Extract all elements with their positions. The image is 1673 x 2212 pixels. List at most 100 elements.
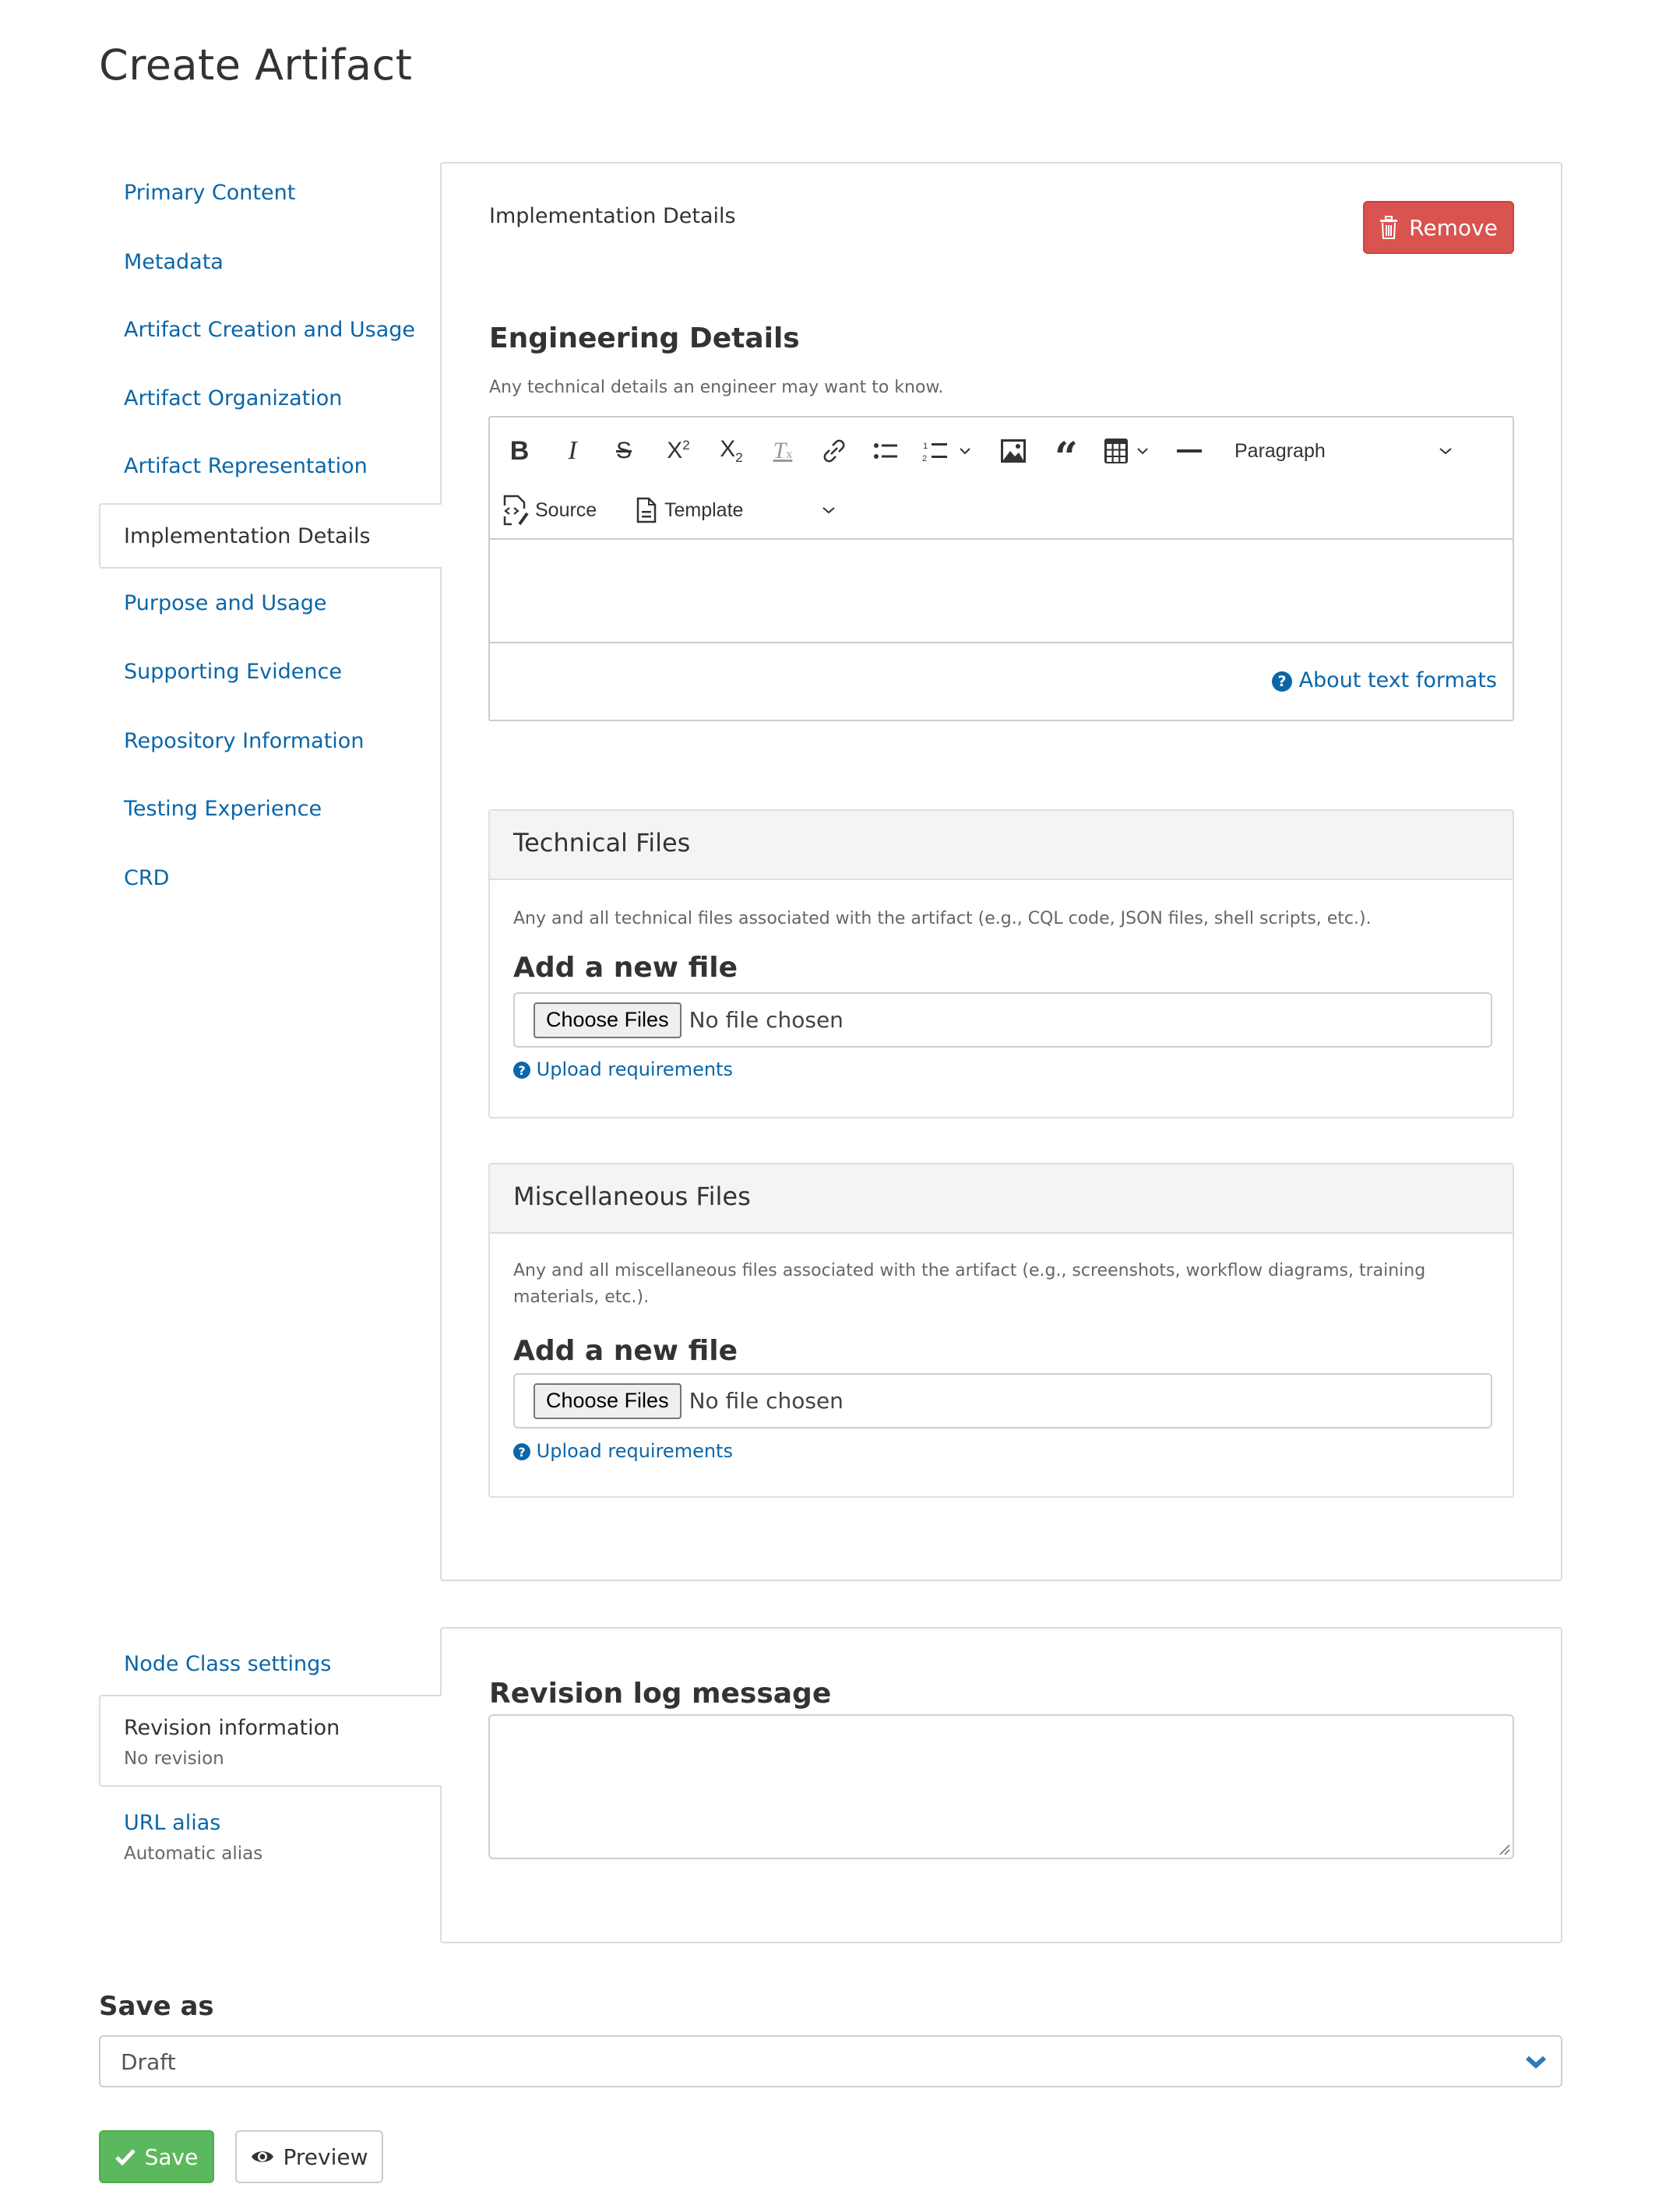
- tab-artifact-representation[interactable]: Artifact Representation: [124, 453, 368, 480]
- revision-log-textarea[interactable]: [488, 1714, 1514, 1859]
- editor-content-area[interactable]: [490, 540, 1513, 642]
- save-button[interactable]: Save: [99, 2130, 214, 2183]
- chevron-down-icon: [1439, 448, 1452, 455]
- miscellaneous-files-input[interactable]: Choose Files No file chosen: [513, 1373, 1492, 1428]
- check-icon: [114, 2149, 136, 2165]
- source-button[interactable]: Source: [502, 493, 597, 527]
- technical-files-card: Technical Files Any and all technical fi…: [488, 809, 1514, 1118]
- tab-testing-experience[interactable]: Testing Experience: [124, 796, 322, 822]
- preview-label: Preview: [283, 2143, 368, 2170]
- numbered-list-icon: 1 2: [922, 442, 947, 463]
- strikethrough-button[interactable]: S: [607, 434, 641, 468]
- miscellaneous-files-card: Miscellaneous Files Any and all miscella…: [488, 1163, 1514, 1498]
- miscellaneous-files-title: Miscellaneous Files: [513, 1182, 751, 1211]
- help-icon: ?: [513, 1062, 530, 1079]
- help-icon: ?: [513, 1443, 530, 1460]
- numbered-list-button[interactable]: 1 2: [918, 434, 953, 468]
- tab-label: Revision information: [124, 1716, 340, 1740]
- url-alias-summary: Automatic alias: [124, 1844, 263, 1864]
- source-label: Source: [535, 498, 597, 521]
- technical-files-add-heading: Add a new file: [513, 952, 738, 984]
- remove-label: Remove: [1409, 214, 1498, 241]
- subscript-button[interactable]: X2: [713, 434, 750, 468]
- tab-url-alias[interactable]: URL alias: [124, 1810, 220, 1837]
- chevron-down-icon: [960, 448, 970, 455]
- eye-icon: [251, 2151, 273, 2162]
- choose-files-button[interactable]: Choose Files: [534, 1382, 682, 1419]
- technical-files-title: Technical Files: [513, 828, 691, 858]
- heading-select-value: Paragraph: [1234, 439, 1326, 462]
- horizontal-line-button[interactable]: [1172, 434, 1206, 468]
- table-icon: [1104, 439, 1128, 463]
- image-button[interactable]: [996, 434, 1030, 468]
- strikethrough-icon: S: [615, 438, 632, 463]
- file-status: No file chosen: [689, 1007, 844, 1033]
- table-button[interactable]: [1099, 434, 1133, 468]
- bold-button[interactable]: B: [502, 434, 537, 468]
- tab-artifact-creation-and-usage[interactable]: Artifact Creation and Usage: [124, 317, 415, 343]
- about-text-formats-link[interactable]: ? About text formats: [1271, 668, 1497, 692]
- technical-files-header: Technical Files: [490, 811, 1513, 880]
- miscellaneous-files-upload-requirements[interactable]: ? Upload requirements: [513, 1440, 733, 1462]
- chevron-down-icon: [822, 507, 835, 514]
- editor-toolbar-row-1: B I S X2 X2 Tx 1 2 “ Paragraph: [490, 424, 1513, 478]
- tab-primary-content[interactable]: Primary Content: [124, 180, 295, 206]
- tab-crd[interactable]: CRD: [124, 865, 169, 892]
- save-as-label: Save as: [99, 1991, 214, 2022]
- template-button[interactable]: Template: [636, 493, 743, 527]
- tab-supporting-evidence[interactable]: Supporting Evidence: [124, 659, 342, 685]
- technical-files-input[interactable]: Choose Files No file chosen: [513, 992, 1492, 1048]
- tab-summary: No revision: [124, 1749, 224, 1769]
- subscript-icon: X2: [720, 436, 743, 465]
- tab-purpose-and-usage[interactable]: Purpose and Usage: [124, 590, 326, 617]
- superscript-button[interactable]: X2: [660, 434, 697, 468]
- tab-label: Implementation Details: [124, 524, 371, 548]
- page-title: Create Artifact: [99, 41, 413, 90]
- about-text-formats-label: About text formats: [1298, 668, 1497, 692]
- tab-node-class-settings[interactable]: Node Class settings: [124, 1651, 331, 1678]
- technical-files-upload-requirements[interactable]: ? Upload requirements: [513, 1058, 733, 1080]
- chevron-down-icon: [1525, 2055, 1547, 2069]
- bulleted-list-button[interactable]: [868, 434, 903, 468]
- choose-files-button[interactable]: Choose Files: [534, 1002, 682, 1038]
- remove-format-icon: Tx: [773, 438, 793, 463]
- section-label: Implementation Details: [489, 204, 736, 228]
- tab-repository-information[interactable]: Repository Information: [124, 728, 364, 755]
- svg-text:1: 1: [923, 442, 928, 451]
- tab-artifact-organization[interactable]: Artifact Organization: [124, 386, 342, 412]
- engineering-details-heading: Engineering Details: [489, 322, 800, 354]
- horizontal-line-icon: [1177, 449, 1202, 453]
- miscellaneous-files-description-line2: materials, etc.).: [513, 1287, 650, 1307]
- upload-requirements-label: Upload requirements: [536, 1058, 733, 1080]
- template-label: Template: [664, 498, 744, 521]
- resize-handle-icon[interactable]: [1499, 1844, 1511, 1856]
- tab-metadata[interactable]: Metadata: [124, 249, 224, 276]
- link-button[interactable]: [817, 434, 851, 468]
- save-as-value: Draft: [121, 2049, 176, 2075]
- rich-text-editor: B I S X2 X2 Tx 1 2 “ Paragraph Source Te…: [488, 416, 1514, 721]
- chevron-down-icon: [1137, 448, 1148, 455]
- remove-format-button[interactable]: Tx: [766, 434, 800, 468]
- table-dropdown[interactable]: [1133, 434, 1152, 468]
- link-icon: [823, 439, 845, 463]
- preview-button[interactable]: Preview: [235, 2130, 383, 2183]
- remove-button[interactable]: Remove: [1363, 201, 1514, 254]
- heading-select[interactable]: Paragraph: [1231, 434, 1465, 468]
- miscellaneous-files-add-heading: Add a new file: [513, 1335, 738, 1367]
- miscellaneous-files-description-line1: Any and all miscellaneous files associat…: [513, 1261, 1426, 1280]
- miscellaneous-files-header: Miscellaneous Files: [490, 1164, 1513, 1234]
- document-icon: [636, 497, 657, 523]
- editor-toolbar-row-2: Source Template: [490, 483, 1513, 537]
- save-as-select[interactable]: Draft: [99, 2035, 1562, 2087]
- technical-files-description: Any and all technical files associated w…: [513, 909, 1372, 928]
- upload-requirements-label: Upload requirements: [536, 1440, 733, 1462]
- quote-icon: “: [1055, 434, 1078, 481]
- trash-icon: [1380, 216, 1398, 239]
- block-quote-button[interactable]: “: [1049, 434, 1083, 481]
- numbered-list-dropdown[interactable]: [956, 434, 974, 468]
- tab-revision-information[interactable]: Revision information No revision: [99, 1695, 442, 1787]
- italic-button[interactable]: I: [555, 434, 590, 468]
- bulleted-list-icon: [874, 443, 897, 459]
- tab-implementation-details[interactable]: Implementation Details: [99, 503, 442, 569]
- template-dropdown[interactable]: [817, 493, 840, 527]
